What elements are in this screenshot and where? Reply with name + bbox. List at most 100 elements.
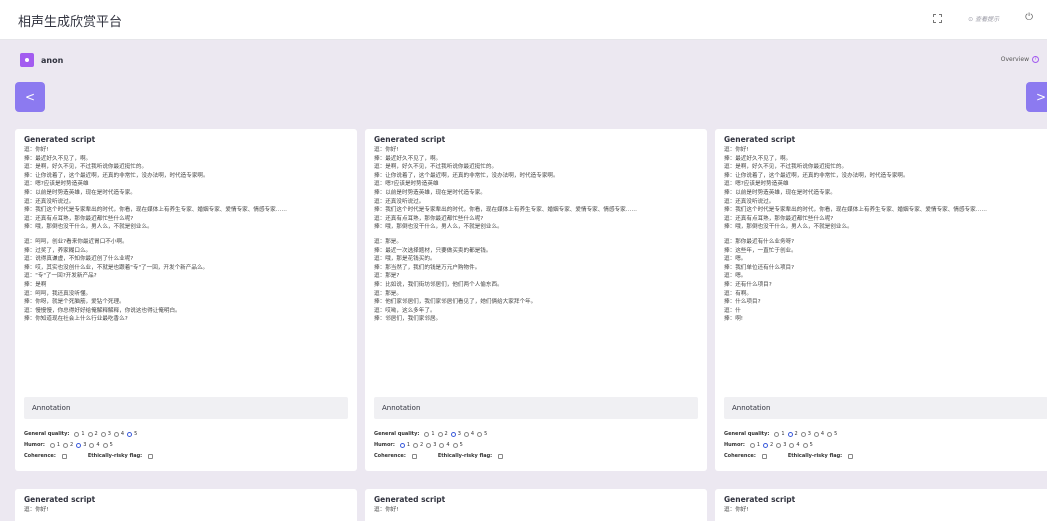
humor-rating: Humor: 1 2 3 4 5 [374,442,463,448]
quality-radio-5[interactable] [127,431,133,437]
humor-radio-3[interactable] [776,442,782,448]
quality-radio-4[interactable] [813,431,819,437]
humor-radio-3[interactable] [76,442,82,448]
coherence-checkbox[interactable] [761,453,767,459]
topbar-actions: ⊙ 查看提示 ⏻ [933,13,1033,23]
flags-row: Coherence: Ethically-risky flag: [374,453,523,459]
overview-link[interactable]: Overview ? [1001,56,1039,63]
quality-radio-3[interactable] [450,431,456,437]
quality-radio-2[interactable] [787,431,793,437]
script-line: 逗：那是。 [374,290,402,297]
humor-radio-5[interactable] [452,442,458,448]
humor-radio-1[interactable] [49,442,55,448]
fullscreen-icon[interactable] [933,13,943,23]
script-title: Generated script [374,495,446,504]
script-line: 捧：最近好久不见了，啊。 [724,155,792,162]
humor-radio-2[interactable] [763,442,769,448]
previous-button[interactable]: < [15,82,45,112]
script-card: Generated script 逗：你好! 捧：最近好久不见了，啊。 逗：是啊，好久… [715,129,1047,471]
ethic-label: Ethically-risky flag: [787,453,843,459]
script-line: 捧：哎，其实也没创什么业，不就是也跟着"专"了一回，开发个新产品么。 [24,264,209,271]
ethic-checkbox[interactable] [148,453,154,459]
script-line: 逗：嗯。 [724,256,747,263]
script-line: 捧：邻居们，我们家邻居。 [374,316,442,323]
quality-label: General quality: [24,431,70,437]
script-title: Generated script [24,135,96,144]
script-line: 逗：什 [724,307,741,314]
humor-option-4: 4 [446,442,450,448]
script-line: 逗：你好! [724,507,749,513]
script-line: 捧：我们这个时代是专家辈出的时代，你看，现在媒体上有养生专家、婚姻专家、爱情专家… [724,207,987,214]
quality-radio-1[interactable] [774,431,780,437]
quality-option-1: 1 [781,431,785,437]
coherence-checkbox[interactable] [61,453,67,459]
quality-radio-1[interactable] [424,431,430,437]
humor-radio-5[interactable] [802,442,808,448]
script-line: 逗：那是。 [374,238,402,245]
ethic-label: Ethically-risky flag: [437,453,493,459]
humor-option-2: 2 [70,442,74,448]
quality-option-1: 1 [431,431,435,437]
script-line: 捧：最近好久不见了，啊。 [374,155,442,162]
avatar [20,53,34,67]
humor-option-1: 1 [406,442,411,448]
humor-radio-2[interactable] [413,442,419,448]
humor-radio-1[interactable] [399,442,405,448]
humor-radio-3[interactable] [426,442,432,448]
humor-label: Humor: [374,442,395,448]
script-line: 逗：那你最近有什么业务呀? [724,238,795,245]
script-line: 捧：我们这个时代是专家辈出的时代，你看，现在媒体上有养生专家、婚姻专家、爱情专家… [24,207,287,214]
app-title: 相声生成欣赏平台 [18,15,123,30]
next-button[interactable]: > [1026,82,1047,112]
quality-option-2: 2 [444,431,448,437]
script-card: Generated script 逗：你好! 捧：最近好久不见了，啊。 逗：是啊，好久… [365,129,707,471]
script-line: 逗：嗯?应该是时势造英雄 [724,181,789,188]
script-line: 捧：让你说着了，这个最近啊，还真的非常忙，没办法啊，时代造专家啊。 [24,172,209,179]
humor-radio-2[interactable] [63,442,69,448]
ethic-checkbox[interactable] [848,453,854,459]
humor-radio-5[interactable] [102,442,108,448]
script-line: 逗：你好! [374,507,399,513]
quality-option-2: 2 [794,431,798,437]
humor-option-1: 1 [756,442,761,448]
script-line: 捧：什么项目? [724,299,761,306]
quality-rating: General quality: 1 2 3 4 5 [24,431,137,437]
humor-radio-1[interactable] [749,442,755,448]
quality-radio-5[interactable] [827,431,833,437]
quality-radio-3[interactable] [800,431,806,437]
quality-option-3: 3 [807,431,811,437]
humor-radio-4[interactable] [789,442,795,448]
script-line: 逗：你好! [374,147,399,153]
script-line: 捧：最近好久不见了，啊。 [24,155,92,162]
script-line: 逗：呵呵，我还真没听懂。 [24,290,92,297]
humor-option-5: 5 [809,442,813,448]
script-line: 捧：让你说着了，这个最近啊，还真的非常忙，没办法啊，时代造专家啊。 [724,172,909,179]
script-line: 捧：哦，那倒也没干什么，男人么，不就是创业么。 [724,224,853,231]
help-icon[interactable]: ? [1032,56,1039,63]
quality-radio-3[interactable] [100,431,106,437]
quality-radio-2[interactable] [437,431,443,437]
script-card: Generated script 逗：你好! [15,489,357,521]
quality-option-4: 4 [120,431,125,437]
humor-radio-4[interactable] [89,442,95,448]
quality-radio-4[interactable] [463,431,469,437]
quality-option-1: 1 [81,431,85,437]
script-line: 逗：还真没听说过。 [374,198,425,205]
flags-row: Coherence: Ethically-risky flag: [24,453,173,459]
script-line: 逗：嗯?应该是时势造英雄 [24,181,89,188]
coherence-checkbox[interactable] [411,453,417,459]
hint-link[interactable]: ⊙ 查看提示 [968,14,999,23]
quality-option-5: 5 [134,431,138,437]
quality-radio-1[interactable] [74,431,80,437]
ethic-checkbox[interactable] [498,453,504,459]
annotation-header: Annotation [724,397,1047,419]
power-icon[interactable]: ⏻ [1025,13,1033,23]
humor-radio-4[interactable] [439,442,445,448]
quality-radio-4[interactable] [113,431,119,437]
script-line: 逗：嗯。 [724,273,747,280]
quality-radio-5[interactable] [477,431,483,437]
annotation-header: Annotation [374,397,698,419]
script-line: 逗：有啊。 [724,290,752,297]
humor-option-2: 2 [420,442,424,448]
quality-radio-2[interactable] [87,431,93,437]
